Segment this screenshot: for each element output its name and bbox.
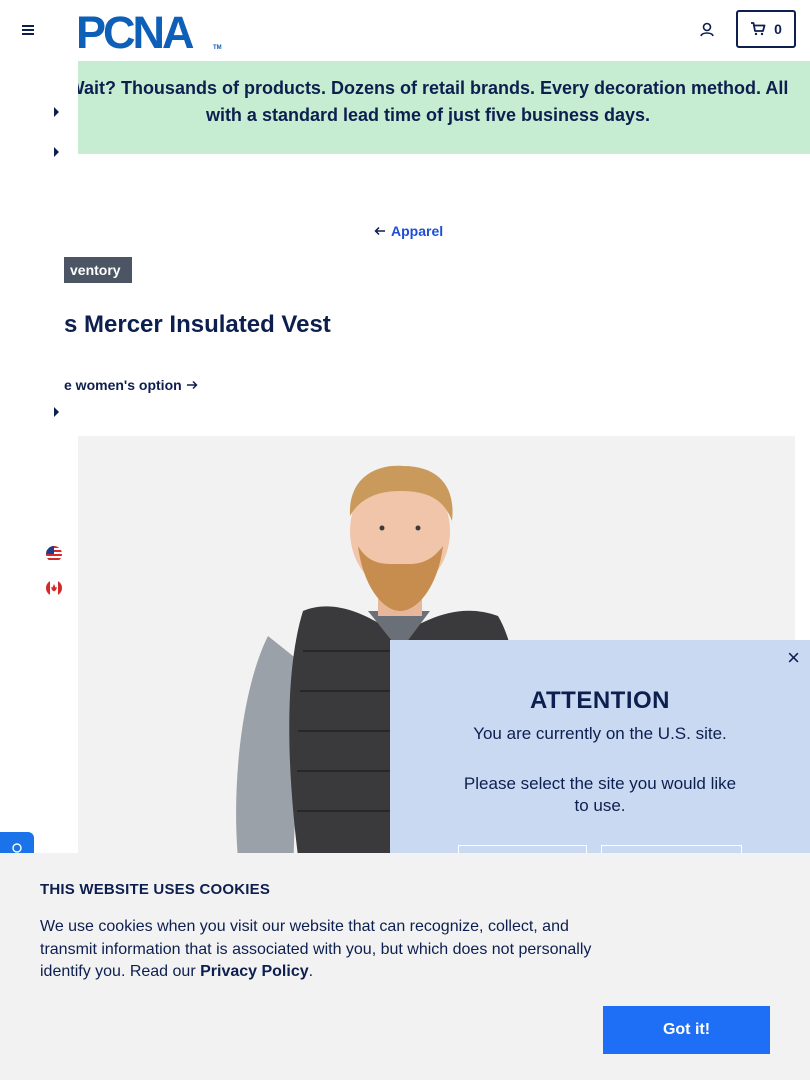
womens-option-link[interactable]: e women's option	[64, 377, 198, 393]
cart-button[interactable]: 0	[736, 10, 796, 48]
product-title: s Mercer Insulated Vest	[64, 311, 331, 338]
cookie-text-body: We use cookies when you visit our websit…	[40, 918, 592, 980]
cookie-text: We use cookies when you visit our websit…	[40, 916, 605, 984]
cookie-title: THIS WEBSITE USES COOKIES	[40, 881, 271, 898]
site-header: PCNA TM 0	[0, 0, 810, 61]
canada-flag-icon[interactable]	[46, 580, 62, 596]
privacy-policy-link[interactable]: Privacy Policy	[200, 963, 309, 980]
nav-expand-caret[interactable]	[54, 407, 59, 417]
logo-trademark: TM	[213, 45, 222, 51]
promo-banner: Wait? Thousands of products. Dozens of r…	[78, 61, 810, 154]
arrow-left-icon	[374, 226, 385, 236]
promo-text: Wait? Thousands of products. Dozens of r…	[78, 78, 789, 125]
inventory-badge: ventory	[64, 257, 132, 283]
logo-text: PCNA	[76, 10, 194, 52]
cart-count: 0	[774, 21, 782, 37]
cookie-text-end: .	[308, 963, 314, 980]
close-icon[interactable]: ×	[787, 647, 800, 669]
arrow-right-icon	[186, 380, 198, 390]
accept-cookies-button[interactable]: Got it!	[603, 1006, 770, 1054]
back-link-label: Apparel	[391, 223, 444, 239]
us-flag-icon[interactable]	[46, 546, 62, 562]
pcna-logo[interactable]: PCNA TM	[76, 10, 224, 52]
back-to-apparel-link[interactable]: Apparel	[374, 223, 443, 239]
nav-expand-caret[interactable]	[54, 107, 59, 117]
womens-option-label: e women's option	[64, 377, 182, 393]
attention-current-site: You are currently on the U.S. site.	[473, 724, 727, 743]
attention-instructions: Please select the site you would like to…	[463, 774, 737, 815]
attention-title: ATTENTION	[529, 687, 671, 714]
menu-icon[interactable]	[20, 22, 36, 38]
cart-icon	[751, 22, 766, 36]
cookie-banner: THIS WEBSITE USES COOKIES We use cookies…	[0, 853, 810, 1080]
nav-expand-caret[interactable]	[54, 147, 59, 157]
account-icon[interactable]	[698, 21, 716, 39]
